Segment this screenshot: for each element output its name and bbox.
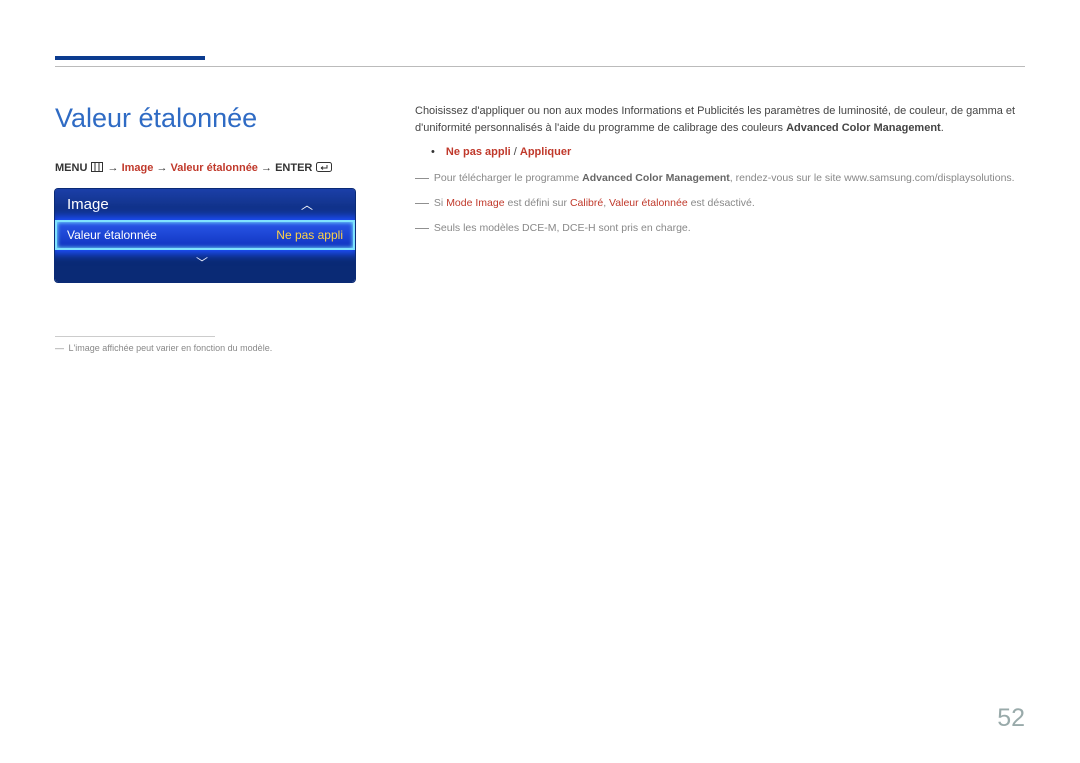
left-column: Valeur étalonnée MENU → Image → Valeur é… <box>55 103 355 353</box>
right-column: Choisissez d'appliquer ou non aux modes … <box>415 103 1025 353</box>
osd-menu-footer: ﹀ <box>55 250 355 275</box>
image-disclaimer-footnote: ― L'image affichée peut varier en foncti… <box>55 343 355 353</box>
osd-menu-title: Image <box>67 196 109 213</box>
osd-item-label: Valeur étalonnée <box>67 228 157 242</box>
osd-menu-preview: Image ︿ Valeur étalonnée Ne pas appli ﹀ <box>55 189 355 282</box>
note-dash-icon: ― <box>415 194 429 210</box>
option-separator: / <box>511 146 520 158</box>
top-horizontal-rule <box>55 66 1025 67</box>
breadcrumb-path-image: Image <box>122 162 154 174</box>
note-red: Calibré <box>570 197 603 209</box>
note-models: ― Seuls les modèles DCE-M, DCE-H sont pr… <box>415 217 1025 238</box>
breadcrumb-path-valeur: Valeur étalonnée <box>171 162 258 174</box>
note-text: est défini sur <box>505 197 570 209</box>
option-appliquer: Appliquer <box>520 146 571 158</box>
page-title: Valeur étalonnée <box>55 103 355 134</box>
note-text: Seuls les modèles DCE-M, DCE-H sont pris… <box>434 222 691 234</box>
osd-menu-row: Valeur étalonnée Ne pas appli <box>55 220 355 250</box>
chevron-down-icon: ﹀ <box>196 256 208 270</box>
footnote-rule <box>55 336 215 337</box>
note-dash-icon: ― <box>415 219 429 235</box>
option-ne-pas-appli: Ne pas appli <box>446 146 511 158</box>
note-text: , rendez-vous sur le site www.samsung.co… <box>730 172 1015 184</box>
osd-item-value: Ne pas appli <box>276 228 343 242</box>
options-bullet: Ne pas appli / Appliquer <box>431 144 1025 161</box>
body-paragraph: Choisissez d'appliquer ou non aux modes … <box>415 103 1025 136</box>
breadcrumb-menu-label: MENU <box>55 162 87 174</box>
chevron-up-icon: ︿ <box>301 196 313 213</box>
note-mode-image: ― Si Mode Image est défini sur Calibré, … <box>415 192 1025 213</box>
breadcrumb-arrow: → <box>261 162 272 174</box>
body-bold: Advanced Color Management <box>786 122 941 134</box>
breadcrumb: MENU → Image → Valeur étalonnée → ENTER <box>55 162 355 175</box>
note-text: Si <box>434 197 446 209</box>
note-download: ― Pour télécharger le programme Advanced… <box>415 167 1025 188</box>
osd-selected-item: Valeur étalonnée Ne pas appli <box>55 220 355 250</box>
page-number: 52 <box>997 704 1025 733</box>
note-text: est désactivé. <box>688 197 755 209</box>
breadcrumb-arrow: → <box>108 162 119 174</box>
menu-grid-icon <box>91 162 103 175</box>
footnote-text: L'image affichée peut varier en fonction… <box>69 343 273 353</box>
section-accent-bar <box>55 56 205 60</box>
note-bold: Advanced Color Management <box>582 172 730 184</box>
note-text: Pour télécharger le programme <box>434 172 582 184</box>
note-red: Mode Image <box>446 197 504 209</box>
body-text: . <box>941 122 944 134</box>
note-dash-icon: ― <box>415 169 429 185</box>
breadcrumb-enter-label: ENTER <box>275 162 312 174</box>
enter-icon <box>316 162 332 175</box>
note-red: Valeur étalonnée <box>609 197 688 209</box>
breadcrumb-arrow: → <box>156 162 167 174</box>
osd-menu-header: Image ︿ <box>55 189 355 220</box>
footnote-dash-icon: ― <box>55 343 64 353</box>
